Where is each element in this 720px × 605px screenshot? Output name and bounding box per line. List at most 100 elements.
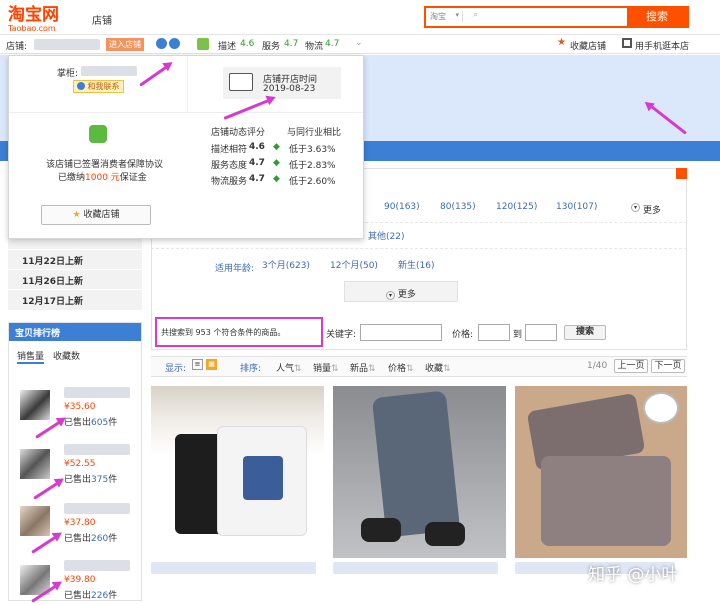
compare-label: 与同行业相比 [287,128,342,138]
product-thumbnail [20,449,50,479]
product-thumbnail [20,506,50,536]
list-item[interactable]: 11月26日上新 [8,270,142,290]
filter-option[interactable]: 3个月(623) [262,258,310,271]
filter-option[interactable]: 12个月(50) [330,258,378,271]
keyword-label: 关键字: [326,330,357,340]
product-price: ¥37.80 [64,518,96,528]
search-icon: ⌕ [473,10,479,20]
enter-shop-button[interactable]: 进入店铺 [106,38,144,51]
product-image [515,386,687,558]
product-card[interactable] [333,386,506,586]
down-arrow-icon: ◆ [273,158,280,168]
shop-label: 店铺: [6,42,28,52]
list-item[interactable]: 12月17日上新 [8,290,142,310]
rating-label: 描述相符 [211,145,248,155]
chat-icon [77,82,85,90]
sort-new[interactable]: 新品⇅ [350,361,376,374]
product-title [333,562,498,574]
sort-price[interactable]: 价格⇅ [388,361,414,374]
keeper-name [81,66,137,76]
logistics-label: 物流 [305,42,324,52]
list-view-icon[interactable]: ≡ [192,359,203,370]
desc-label: 描述 [218,42,237,52]
filter-option[interactable]: 130(107) [556,202,597,212]
product-price: ¥39.80 [64,575,96,585]
shop-name[interactable] [34,39,100,50]
grid-view-icon[interactable]: ▦ [206,359,217,370]
filter-option[interactable]: 90(163) [384,202,420,212]
shop-info-popup: 掌柜: 和我联系 店铺开店时间 2019-08-23 该店铺已签署消费者保障协议… [8,55,364,239]
dynamic-rating-label: 店铺动态评分 [211,128,266,138]
filter-option[interactable]: 80(135) [440,202,476,212]
price-min-input[interactable] [478,324,510,341]
tab-favorites[interactable]: 收藏数 [53,349,80,362]
product-title [64,503,130,514]
sort-favorites[interactable]: 收藏⇅ [425,361,451,374]
rating-label: 物流服务 [211,177,248,187]
guarantee-text-1: 该店铺已签署消费者保障协议 [46,160,164,170]
sort-arrow-icon: ⇅ [443,364,451,374]
page-indicator: 1/40 [587,361,608,371]
rating-score: 4.7 [249,158,265,168]
sort-label: 排序: [240,364,262,374]
filter-option[interactable]: 新生(16) [398,258,434,271]
list-item[interactable]: 11月22日上新 [8,250,142,270]
new-items-list: 11月22日上新 11月26日上新 12月17日上新 [8,230,142,310]
chevron-down-icon[interactable]: ⌄ [355,38,363,48]
popup-divider-h [9,112,363,113]
sort-arrow-icon: ⇅ [406,364,414,374]
product-sold: 已售出260件 [64,534,118,544]
filter-option[interactable]: 120(125) [496,202,537,212]
price-max-input[interactable] [525,324,557,341]
tab-sales[interactable]: 销售量 [17,349,45,364]
product-thumbnail [20,390,50,420]
more-center-button[interactable]: ▾ 更多 [344,281,458,302]
product-image [333,386,506,558]
contact-button[interactable]: 和我联系 [73,80,124,93]
info-icon [169,38,180,49]
more-link[interactable]: 更多 [643,203,661,216]
logo-en: Taobao.com [8,24,56,33]
service-score: 4.7 [284,39,299,49]
down-arrow-icon: ◆ [273,142,280,152]
search-result-count: 共搜索到 953 个符合条件的商品。 [155,317,323,347]
price-label: 价格: [452,330,474,340]
search-input[interactable] [484,9,624,25]
nav-shop[interactable]: 店铺 [92,12,112,27]
search-button[interactable]: 搜索 [627,8,687,26]
product-card[interactable] [515,386,687,586]
filter-divider [151,248,687,249]
product-title [64,444,130,455]
logistics-score: 4.7 [325,39,340,49]
display-label: 显示: [165,364,187,374]
rating-compare: 低于3.63% [289,145,336,155]
popup-favorite-button[interactable]: ★ 收藏店铺 [41,205,151,225]
filter-option[interactable]: 其他(22) [368,229,404,242]
filter-search-button[interactable]: 搜索 [564,325,606,340]
rating-score: 4.7 [249,174,265,184]
sort-popularity[interactable]: 人气⇅ [276,361,302,374]
product-price: ¥35.60 [64,402,96,412]
corner-badge [676,168,687,179]
favorite-shop-link[interactable]: 收藏店铺 [570,39,606,52]
shop-bar: 店铺: 进入店铺 描述 4.6 服务 4.7 物流 4.7 ⌄ ★ 收藏店铺 用… [0,34,720,54]
guarantee-icon [156,38,167,49]
rating-score: 4.6 [249,142,265,152]
next-page-button[interactable]: 下一页 [651,359,685,373]
desc-score: 4.6 [240,39,255,49]
guarantee-text-2: 已缴纳1000 元保证金 [58,173,147,183]
keyword-input[interactable] [360,324,442,341]
mobile-shop-link[interactable]: 用手机逛本店 [635,39,689,52]
logo-cn: 淘宝网 [8,5,59,25]
rating-compare: 低于2.60% [289,177,336,187]
search-scope[interactable]: 淘宝 ▾ [430,11,463,22]
taobao-logo[interactable]: 淘宝网 Taobao.com [8,6,59,33]
age-label: 适用年龄: [215,264,255,274]
sort-sales[interactable]: 销量⇅ [313,361,339,374]
rank-title: 宝贝排行榜 [9,323,141,341]
prev-page-button[interactable]: 上一页 [614,359,648,373]
qrcode-icon [622,38,632,48]
product-title [64,387,130,398]
product-card[interactable] [151,386,324,586]
chevron-down-icon: ▾ [631,203,640,212]
